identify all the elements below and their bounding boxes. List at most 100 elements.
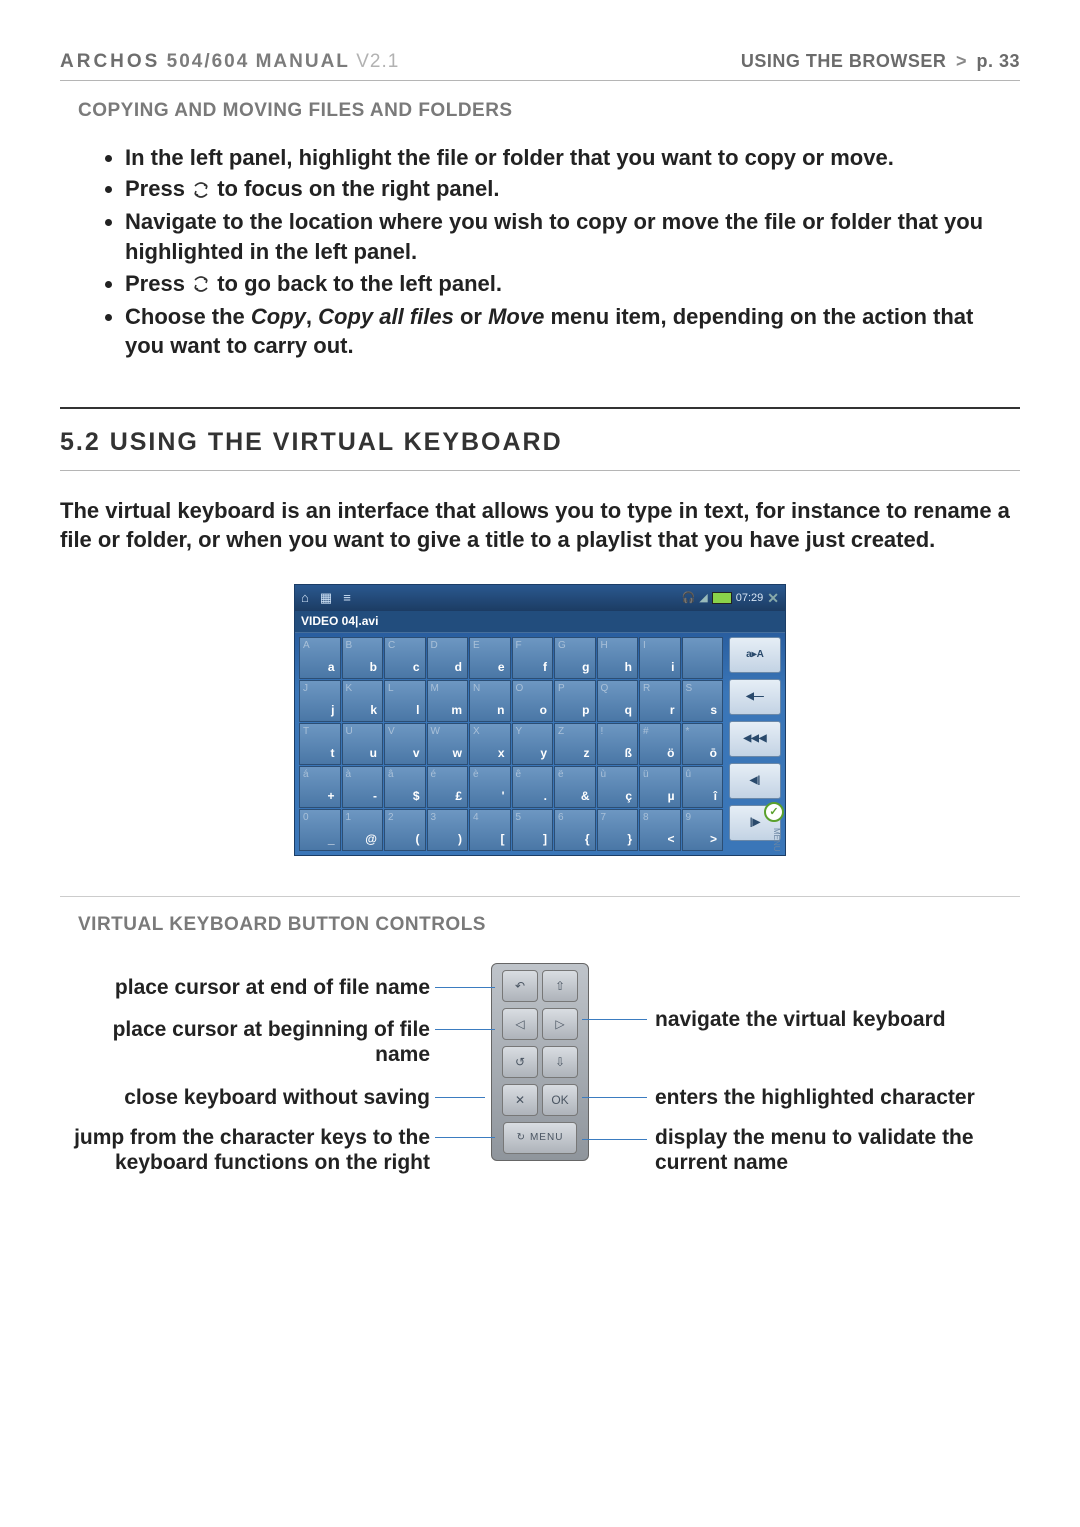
vk-key[interactable]: 2( (384, 809, 426, 851)
remote-down-button[interactable]: ⇩ (542, 1046, 578, 1078)
vk-key[interactable]: 0_ (299, 809, 341, 851)
vk-key[interactable]: #ö (639, 723, 681, 765)
remote-left-button[interactable]: ◁ (502, 1008, 538, 1040)
vk-key[interactable]: Ss (682, 680, 724, 722)
vk-key[interactable]: üµ (639, 766, 681, 808)
vk-key[interactable]: Zz (554, 723, 596, 765)
vk-key[interactable]: 1@ (342, 809, 384, 851)
signal-icon: ◢ (699, 592, 707, 606)
vk-key[interactable]: ê. (512, 766, 554, 808)
vk-cursor-start-button[interactable]: ◀| (729, 763, 781, 799)
vk-key[interactable]: Tt (299, 723, 341, 765)
vk-key[interactable]: à- (342, 766, 384, 808)
vk-key[interactable]: 6{ (554, 809, 596, 851)
remote-ok-button[interactable]: OK (542, 1084, 578, 1116)
vk-key[interactable]: Jj (299, 680, 341, 722)
header-right: USING THE BROWSER > p. 33 (741, 50, 1020, 73)
label-close-nosave: close keyboard without saving (60, 1085, 430, 1110)
vk-key[interactable]: Rr (639, 680, 681, 722)
list-item: In the left panel, highlight the file or… (125, 143, 1010, 173)
vk-key[interactable]: Vv (384, 723, 426, 765)
subsection-copy-title: COPYING AND MOVING FILES AND FOLDERS (78, 99, 1020, 123)
leader-line (435, 987, 495, 988)
vk-key[interactable]: Oo (512, 680, 554, 722)
label-cursor-begin: place cursor at beginning of file name (60, 1017, 430, 1067)
instruction-list: In the left panel, highlight the file or… (100, 143, 1020, 362)
vk-key[interactable]: 7} (597, 809, 639, 851)
vk-key[interactable]: Uu (342, 723, 384, 765)
button-controls-diagram: ↶ ⇧ ◁ ▷ ↺ ⇩ ✕ OK ↻MENU place cursor at e… (60, 963, 1020, 1283)
vk-key[interactable]: Gg (554, 637, 596, 679)
leader-line (582, 1019, 647, 1020)
vk-key[interactable]: Ll (384, 680, 426, 722)
vk-key[interactable]: Pp (554, 680, 596, 722)
vk-key[interactable]: Ee (469, 637, 511, 679)
vk-key[interactable]: Mm (427, 680, 469, 722)
vk-key[interactable]: 4[ (469, 809, 511, 851)
vk-key[interactable]: !ß (597, 723, 639, 765)
vk-key[interactable]: é£ (427, 766, 469, 808)
vk-key[interactable]: Aa (299, 637, 341, 679)
bars-icon: ≡ (343, 590, 351, 605)
subsection-controls-title: VIRTUAL KEYBOARD BUTTON CONTROLS (78, 913, 1020, 937)
manual-label: MANUAL (256, 51, 350, 72)
remote-right-button[interactable]: ▷ (542, 1008, 578, 1040)
section-5-2-title: 5.2 USING THE VIRTUAL KEYBOARD (60, 427, 1020, 458)
vk-key[interactable]: â$ (384, 766, 426, 808)
page-header: ARCHOS 504/604 MANUAL V2.1 USING THE BRO… (60, 50, 1020, 81)
remote-up-button[interactable]: ⇧ (542, 970, 578, 1002)
vk-key[interactable]: ûî (682, 766, 724, 808)
vk-key[interactable]: *ō (682, 723, 724, 765)
section-name: USING THE BROWSER (741, 51, 947, 71)
vk-key[interactable]: 3) (427, 809, 469, 851)
vk-key[interactable]: è' (469, 766, 511, 808)
leader-line (435, 1097, 485, 1098)
vk-key-grid: AaBbCcDdEeFfGgHhIi JjKkLlMmNnOoPpQqRrSs Tt… (295, 633, 727, 855)
vk-topbar: ⌂ ▦ ≡ 🎧 ◢ 07:29 ✕ (295, 585, 785, 611)
battery-icon (712, 592, 732, 604)
remote-down-left-button[interactable]: ↺ (502, 1046, 538, 1078)
topbar-right: 🎧 ◢ 07:29 ✕ (682, 590, 779, 608)
models: 504/604 (167, 51, 250, 72)
divider (60, 470, 1020, 471)
switch-icon (191, 176, 211, 206)
vk-backspace-button[interactable]: ◀— (729, 679, 781, 715)
vk-key[interactable] (682, 637, 724, 679)
vk-key[interactable]: 5] (512, 809, 554, 851)
close-icon: ✕ (767, 590, 779, 608)
vk-key[interactable]: Ww (427, 723, 469, 765)
vk-side-controls: a▸A ◀— ◀◀◀ ◀| |▶ ✓ (727, 633, 785, 855)
vk-key[interactable]: 9> (682, 809, 724, 851)
vk-key[interactable]: á+ (299, 766, 341, 808)
vk-key[interactable]: Xx (469, 723, 511, 765)
manual-page: ARCHOS 504/604 MANUAL V2.1 USING THE BRO… (0, 0, 1080, 1527)
list-item: Choose the Copy, Copy all files or Move … (125, 302, 1010, 361)
remote-up-left-button[interactable]: ↶ (502, 970, 538, 1002)
vk-key[interactable]: Nn (469, 680, 511, 722)
vk-key[interactable]: Yy (512, 723, 554, 765)
remote-cancel-button[interactable]: ✕ (502, 1084, 538, 1116)
vk-key[interactable]: Cc (384, 637, 426, 679)
remote-control: ↶ ⇧ ◁ ▷ ↺ ⇩ ✕ OK ↻MENU (491, 963, 589, 1161)
vk-key[interactable]: 8< (639, 809, 681, 851)
brand: ARCHOS (60, 51, 160, 72)
vk-key[interactable]: Kk (342, 680, 384, 722)
vk-key[interactable]: Bb (342, 637, 384, 679)
vk-key[interactable]: Ii (639, 637, 681, 679)
remote-menu-button[interactable]: ↻MENU (503, 1122, 577, 1154)
vk-key[interactable]: ë& (554, 766, 596, 808)
page-number: p. 33 (976, 51, 1020, 71)
vk-key[interactable]: Dd (427, 637, 469, 679)
vk-case-toggle-button[interactable]: a▸A (729, 637, 781, 673)
list-item: Press to focus on the right panel. (125, 174, 1010, 205)
vk-key[interactable]: ùç (597, 766, 639, 808)
vk-key[interactable]: Hh (597, 637, 639, 679)
vk-key[interactable]: Qq (597, 680, 639, 722)
label-enter-char: enters the highlighted character (655, 1085, 1025, 1110)
version: V2.1 (356, 51, 399, 72)
chevron-icon: > (956, 51, 967, 71)
grid-icon: ▦ (320, 590, 332, 605)
vk-key[interactable]: Ff (512, 637, 554, 679)
vk-clear-button[interactable]: ◀◀◀ (729, 721, 781, 757)
vk-menu-tag: MENU (771, 828, 781, 852)
